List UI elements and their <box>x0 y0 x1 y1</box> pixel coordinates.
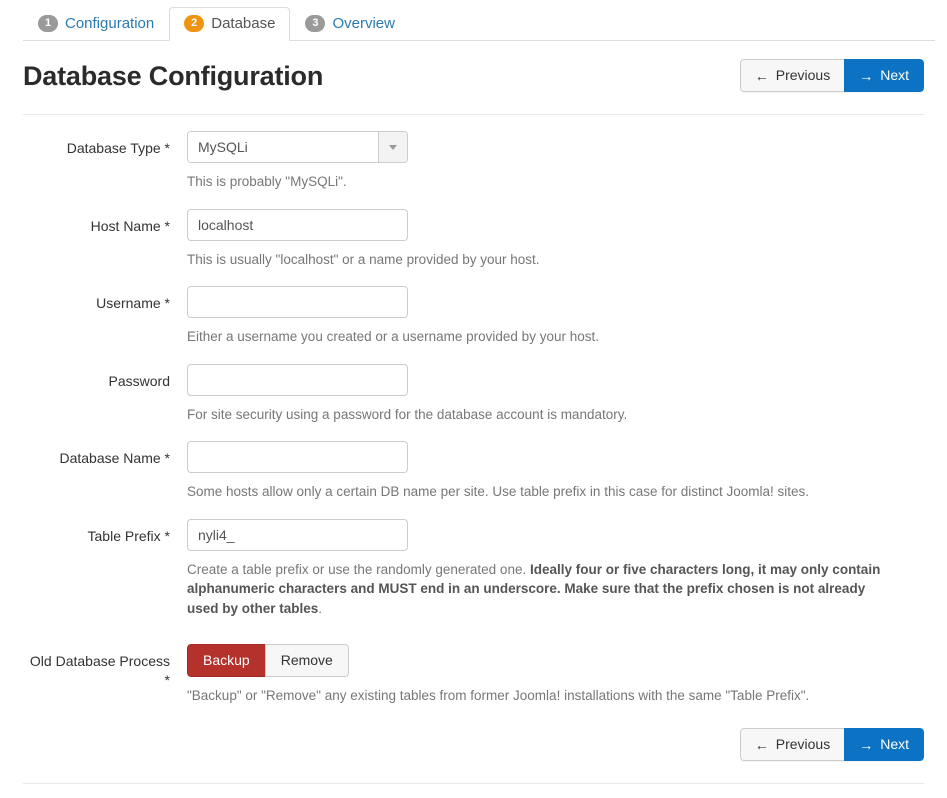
database-type-selected-value: MySQLi <box>188 132 378 162</box>
arrow-right-icon: → <box>859 67 874 84</box>
next-button-top-label: Next <box>880 67 909 84</box>
help-table-prefix-plain-end: . <box>318 600 323 616</box>
field-database-name: Database Name * Some hosts allow only a … <box>23 441 924 502</box>
label-username: Username * <box>96 295 170 312</box>
label-table-prefix: Table Prefix * <box>87 527 170 544</box>
control-password: For site security using a password for t… <box>187 363 924 425</box>
table-prefix-input[interactable] <box>187 518 408 551</box>
tab-configuration[interactable]: 1 Configuration <box>23 7 169 41</box>
previous-button-bottom[interactable]: ← Previous <box>739 728 845 762</box>
field-password: Password For site security using a passw… <box>23 363 924 425</box>
database-type-select[interactable]: MySQLi <box>187 131 408 163</box>
tab-label-database: Database <box>211 15 276 32</box>
field-database-type: Database Type * MySQLi This is probably … <box>23 131 924 192</box>
help-database-name: Some hosts allow only a certain DB name … <box>187 484 810 500</box>
label-password: Password <box>108 372 170 389</box>
control-database-name: Some hosts allow only a certain DB name … <box>187 441 924 502</box>
label-database-name: Database Name * <box>59 450 170 467</box>
tab-badge-2: 2 <box>184 15 205 32</box>
help-table-prefix-plain-start: Create a table prefix or use the randoml… <box>187 561 530 577</box>
arrow-right-icon: → <box>859 736 874 753</box>
field-table-prefix: Table Prefix * Create a table prefix or … <box>23 518 924 619</box>
host-name-input[interactable] <box>187 208 408 241</box>
next-button-top[interactable]: → Next <box>844 59 924 92</box>
label-database-type: Database Type * <box>66 140 170 156</box>
page-header: Database Configuration ← Previous → Next <box>23 41 924 115</box>
chevron-down-icon[interactable] <box>378 132 407 162</box>
database-name-input[interactable] <box>187 441 408 474</box>
previous-button-bottom-label: Previous <box>775 736 831 753</box>
arrow-left-icon: ← <box>754 67 769 84</box>
field-username: Username * Either a username you created… <box>23 286 924 347</box>
password-input[interactable] <box>187 363 408 396</box>
bottom-nav-button-group: ← Previous → Next <box>739 728 924 762</box>
next-button-bottom-label: Next <box>880 736 909 753</box>
tab-label-configuration: Configuration <box>65 15 155 32</box>
previous-button-top-label: Previous <box>775 67 831 84</box>
arrow-left-icon: ← <box>754 736 769 753</box>
top-nav-button-group: ← Previous → Next <box>739 59 924 92</box>
field-host-name: Host Name * This is usually "localhost" … <box>23 208 924 270</box>
tab-label-overview: Overview <box>332 15 395 32</box>
control-database-type: MySQLi This is probably "MySQLi". <box>187 131 924 192</box>
help-username: Either a username you created or a usern… <box>187 329 599 345</box>
control-host-name: This is usually "localhost" or a name pr… <box>187 208 924 270</box>
label-old-database-process: Old Database Process * <box>29 652 170 689</box>
database-configuration-form: Database Type * MySQLi This is probably … <box>23 115 924 705</box>
old-database-process-backup-option[interactable]: Backup <box>187 643 265 677</box>
help-database-type: This is probably "MySQLi". <box>187 174 347 189</box>
next-button-bottom[interactable]: → Next <box>844 728 924 762</box>
control-username: Either a username you created or a usern… <box>187 286 924 347</box>
tab-badge-1: 1 <box>38 15 58 32</box>
help-old-database-process: "Backup" or "Remove" any existing tables… <box>187 687 810 703</box>
caret-shape <box>389 144 397 150</box>
footer-divider <box>23 783 924 785</box>
step-tabs: 1 Configuration 2 Database 3 Overview <box>23 0 935 41</box>
help-host-name: This is usually "localhost" or a name pr… <box>187 251 540 267</box>
tab-database[interactable]: 2 Database <box>169 7 291 41</box>
label-host-name: Host Name * <box>90 217 170 234</box>
help-password: For site security using a password for t… <box>187 406 628 422</box>
previous-button-top[interactable]: ← Previous <box>739 59 845 92</box>
installation-page: 1 Configuration 2 Database 3 Overview Da… <box>0 0 947 798</box>
help-table-prefix: Create a table prefix or use the randoml… <box>187 560 887 619</box>
control-old-database-process: Backup Remove "Backup" or "Remove" any e… <box>187 643 924 706</box>
tab-overview[interactable]: 3 Overview <box>290 7 410 41</box>
control-table-prefix: Create a table prefix or use the randoml… <box>187 518 924 619</box>
username-input[interactable] <box>187 286 408 319</box>
old-database-process-toggle-group: Backup Remove <box>187 643 349 677</box>
old-database-process-remove-option[interactable]: Remove <box>264 643 349 677</box>
field-old-database-process: Old Database Process * Backup Remove "Ba… <box>23 643 924 706</box>
tab-badge-3: 3 <box>305 15 326 32</box>
page-footer: ← Previous → Next <box>23 722 924 762</box>
